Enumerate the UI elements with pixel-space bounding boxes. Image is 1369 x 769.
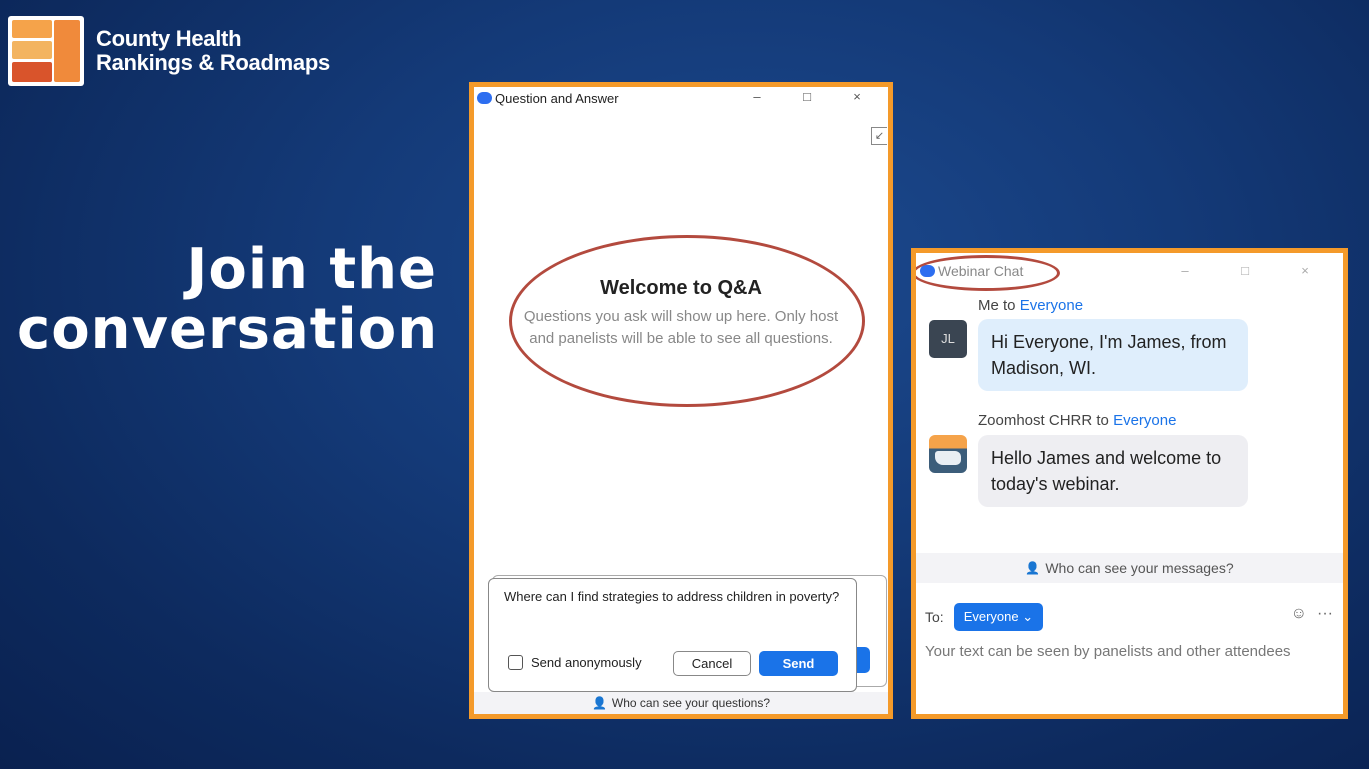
- close-button[interactable]: ×: [832, 89, 882, 104]
- recipient-link[interactable]: Everyone: [1020, 297, 1083, 314]
- avatar: JL: [929, 320, 967, 358]
- logo-text: County Health Rankings & Roadmaps: [96, 27, 330, 75]
- maximize-button[interactable]: □: [782, 89, 832, 104]
- chrr-logo-mark: [8, 16, 84, 86]
- recipient-dropdown[interactable]: Everyone ⌄: [953, 603, 1044, 631]
- send-anonymously-option[interactable]: Send anonymously: [508, 655, 642, 670]
- minimize-button[interactable]: –: [1155, 263, 1215, 278]
- message-sender: Me to Everyone: [978, 297, 1083, 314]
- anonymous-checkbox[interactable]: [508, 655, 523, 670]
- who-text: Who can see your messages?: [1045, 560, 1234, 576]
- slide-headline: Join the conversation: [17, 240, 437, 360]
- who-can-see-messages[interactable]: 👤 Who can see your messages?: [916, 553, 1343, 583]
- headline-line1: Join the: [186, 237, 437, 302]
- person-icon: 👤: [591, 696, 607, 710]
- chat-window-highlight: Webinar Chat – □ × Me to Everyone JL Hi …: [911, 248, 1348, 719]
- chat-message: Hi Everyone, I'm James, from Madison, WI…: [978, 319, 1248, 391]
- send-button[interactable]: Send: [759, 651, 838, 676]
- person-icon: 👤: [1025, 561, 1041, 575]
- zoom-logo-icon: [477, 92, 492, 104]
- popout-icon[interactable]: ↙: [871, 127, 887, 145]
- headline-line2: conversation: [17, 297, 439, 362]
- chat-tools: ☺ ···: [1291, 605, 1333, 623]
- qa-footer[interactable]: 👤 Who can see your questions?: [474, 692, 888, 714]
- message-sender: Zoomhost CHRR to Everyone: [978, 412, 1176, 429]
- recipient-link[interactable]: Everyone: [1113, 412, 1176, 429]
- annotation-ellipse: [916, 255, 1060, 291]
- anonymous-label: Send anonymously: [531, 655, 642, 670]
- qa-window-highlight: Question and Answer – □ × ↙ Welcome to Q…: [469, 82, 893, 719]
- chat-message: Hello James and welcome to today's webin…: [978, 435, 1248, 507]
- chrr-logo: County Health Rankings & Roadmaps: [8, 16, 330, 86]
- qa-window: Question and Answer – □ × ↙ Welcome to Q…: [474, 87, 888, 714]
- more-icon[interactable]: ···: [1317, 605, 1333, 623]
- avatar: [929, 435, 967, 473]
- logo-line2: Rankings & Roadmaps: [96, 50, 330, 75]
- chat-input[interactable]: Your text can be seen by panelists and o…: [925, 643, 1291, 660]
- emoji-icon[interactable]: ☺: [1291, 605, 1307, 623]
- sender-name: Zoomhost CHRR: [978, 412, 1093, 429]
- question-input[interactable]: Where can I find strategies to address c…: [504, 589, 839, 604]
- chat-window-controls: – □ ×: [1155, 263, 1335, 278]
- to-word: to: [1096, 412, 1109, 429]
- qa-window-controls: – □ ×: [732, 89, 882, 104]
- cancel-button[interactable]: Cancel: [673, 651, 751, 676]
- qa-footer-text: Who can see your questions?: [611, 696, 771, 710]
- chat-window: Webinar Chat – □ × Me to Everyone JL Hi …: [916, 253, 1343, 714]
- logo-line1: County Health: [96, 26, 242, 51]
- annotation-ellipse: [509, 235, 865, 407]
- minimize-button[interactable]: –: [732, 89, 782, 104]
- qa-window-title: Question and Answer: [495, 90, 619, 106]
- to-label: To:: [925, 609, 944, 625]
- maximize-button[interactable]: □: [1215, 263, 1275, 278]
- close-button[interactable]: ×: [1275, 263, 1335, 278]
- recipient-selector: To: Everyone ⌄: [925, 603, 1044, 631]
- to-word: to: [1003, 297, 1016, 314]
- sender-name: Me: [978, 297, 999, 314]
- qa-compose-box: Where can I find strategies to address c…: [488, 578, 857, 692]
- underlay-send-button: [856, 647, 870, 673]
